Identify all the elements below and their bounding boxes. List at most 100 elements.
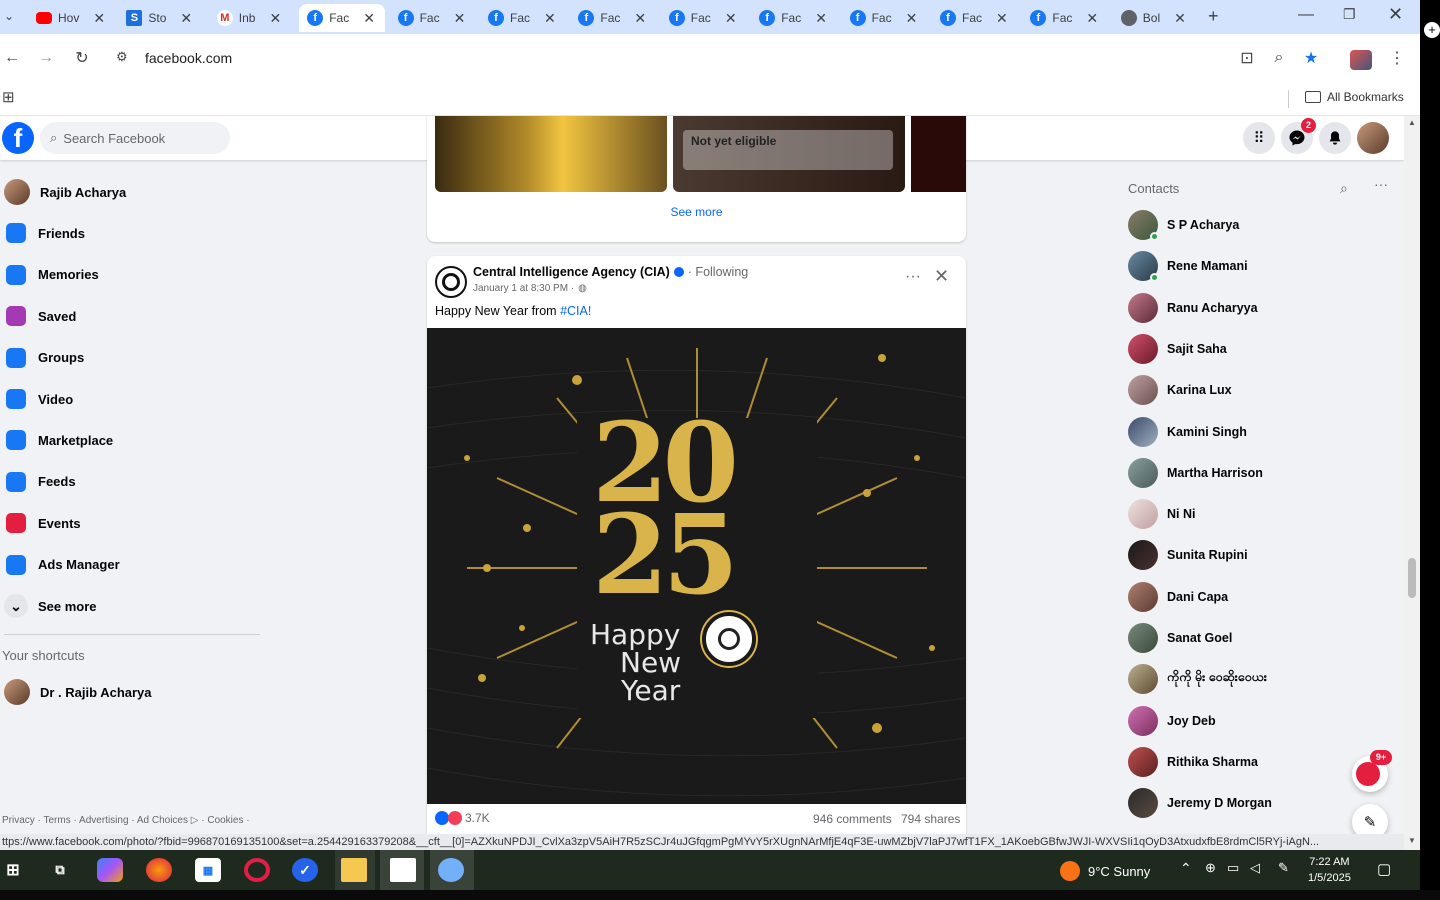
post-close-icon[interactable]: ✕ [934,266,949,287]
contacts-more-icon[interactable]: ··· [1374,176,1388,192]
copilot-icon[interactable] [97,858,123,882]
tab-close-icon[interactable]: ✕ [725,10,737,27]
see-more-link[interactable]: See more [427,205,966,219]
tab-close-icon[interactable]: ✕ [1086,10,1098,27]
contact-item[interactable]: Jeremy D Morgan [1128,787,1272,819]
opera-icon[interactable] [244,858,270,882]
contact-item[interactable]: Sajit Saha [1128,333,1227,365]
weather-widget[interactable]: 9°C Sunny [1060,861,1150,881]
sidebar-item[interactable]: ⌄ See more [4,588,97,624]
firefox-icon[interactable] [146,858,172,882]
menu-grid-button[interactable]: ⠿ [1243,122,1275,154]
email-client-icon[interactable]: ✓ [292,858,318,882]
forward-icon[interactable]: → [34,46,58,70]
page-scrollbar[interactable]: ▲ ▼ [1404,116,1420,850]
story-thumb-3[interactable] [911,116,966,192]
back-icon[interactable]: ← [0,46,24,70]
contact-item[interactable]: ကိုကို မိုး ဝေဆိုးဝေယး [1128,663,1267,695]
tab-search-chevron-icon[interactable]: ⌄ [4,9,14,23]
tab-close-icon[interactable]: ✕ [180,10,192,27]
task-view-icon[interactable]: ⧉ [47,858,73,882]
browser-tab[interactable]: f Fac ✕ [751,4,837,32]
browser-profile-avatar[interactable] [1350,50,1372,70]
install-app-icon[interactable]: ⊡ [1235,46,1259,70]
post-date-text[interactable]: January 1 at 8:30 PM · [473,283,574,294]
tab-close-icon[interactable]: ✕ [269,10,281,27]
minimize-window-button[interactable]: — [1298,6,1314,24]
volume-icon[interactable]: ◁ [1250,860,1260,876]
tab-close-icon[interactable]: ✕ [815,10,827,27]
browser-tab[interactable]: f Fac ✕ [661,4,747,32]
reactions-summary[interactable]: 3.7K [435,811,490,825]
sidebar-item[interactable]: Video [4,381,73,417]
post-image[interactable]: 20 25 Happy New Year [427,328,966,804]
sidebar-item[interactable]: Saved [4,298,76,334]
notifications-button[interactable] [1319,122,1351,154]
new-tab-button[interactable]: + [1208,6,1219,27]
network-icon[interactable]: ⊕ [1205,860,1216,876]
tab-close-icon[interactable]: ✕ [634,10,646,27]
contacts-search-icon[interactable]: ⌕ [1340,180,1348,197]
browser-tab[interactable]: Hov ✕ [28,4,114,32]
contact-item[interactable]: Kamini Singh [1128,416,1247,448]
tab-close-icon[interactable]: ✕ [363,10,375,27]
facebook-search-box[interactable]: ⌕ Search Facebook [40,122,230,154]
post-author-name[interactable]: Central Intelligence Agency (CIA) [473,265,670,279]
sidebar-item[interactable]: Rajib Acharya [4,174,126,210]
scroll-down-arrow-icon[interactable]: ▼ [1408,836,1416,845]
following-label[interactable]: · Following [688,265,748,279]
pen-icon[interactable]: ✎ [1278,860,1289,876]
contact-item[interactable]: Dani Capa [1128,581,1228,613]
contact-item[interactable]: Sunita Rupini [1128,539,1248,571]
shortcut-item[interactable]: Dr . Rajib Acharya [4,674,152,710]
tab-close-icon[interactable]: ✕ [906,10,918,27]
facebook-logo-icon[interactable]: f [2,122,34,154]
browser-menu-icon[interactable]: ⋮ [1385,46,1409,70]
sidebar-item[interactable]: Friends [4,215,85,251]
tray-chevron-icon[interactable]: ⌃ [1180,860,1192,877]
scrollbar-thumb[interactable] [1408,558,1416,598]
contact-item[interactable]: Ranu Acharyya [1128,292,1258,324]
browser-tab[interactable]: f Fac ✕ [390,4,476,32]
display-icon[interactable]: ▭ [1227,860,1239,876]
sidebar-item[interactable]: Events [4,505,81,541]
browser-tab[interactable]: f Fac ✕ [570,4,656,32]
all-bookmarks-button[interactable]: All Bookmarks [1305,90,1404,104]
store-icon[interactable]: ▦ [195,858,221,882]
account-avatar[interactable] [1357,122,1389,154]
comments-count[interactable]: 946 comments [813,812,892,826]
browser-tab[interactable]: f Fac ✕ [842,4,928,32]
restore-window-button[interactable]: ❐ [1343,6,1356,23]
apps-grid-icon[interactable]: ⊞ [2,88,15,106]
reload-icon[interactable]: ↻ [70,46,94,70]
shares-count[interactable]: 794 shares [901,812,960,826]
sidebar-item[interactable]: Ads Manager [4,547,120,583]
browser-tab[interactable]: f Fac ✕ [1022,4,1108,32]
sidebar-item[interactable]: Feeds [4,464,76,500]
address-bar[interactable]: ⚙ facebook.com [106,40,1336,76]
browser-tab[interactable]: f Fac ✕ [299,4,386,32]
clock[interactable]: 7:22 AM 1/5/2025 [1308,854,1351,886]
sidebar-item[interactable]: Groups [4,340,84,376]
sidebar-item[interactable]: Marketplace [4,422,113,458]
browser-tab[interactable]: f Fac ✕ [480,4,566,32]
scroll-up-arrow-icon[interactable]: ▲ [1408,118,1416,127]
contact-item[interactable]: Sanat Goel [1128,622,1232,654]
tab-close-icon[interactable]: ✕ [544,10,556,27]
browser-tab[interactable]: Bol ✕ [1113,4,1199,32]
contact-item[interactable]: Martha Harrison [1128,457,1263,489]
contact-item[interactable]: Rene Mamani [1128,250,1248,283]
contact-item[interactable]: Joy Deb [1128,705,1216,737]
tab-close-icon[interactable]: ✕ [996,10,1008,27]
contact-item[interactable]: Rithika Sharma [1128,746,1258,778]
contact-item[interactable]: Ni Ni [1128,498,1195,530]
contact-item[interactable]: S P Acharya [1128,209,1239,241]
tab-close-icon[interactable]: ✕ [454,10,466,27]
footer-links[interactable]: Privacy · Terms · Advertising · Ad Choic… [2,815,250,826]
tab-close-icon[interactable]: ✕ [1174,10,1186,27]
browser-tab[interactable]: S Sto ✕ [118,4,204,32]
post-more-options-icon[interactable]: ··· [905,268,921,286]
sidebar-item[interactable]: Memories [4,257,99,293]
zoom-icon[interactable]: ⌕ [1267,46,1291,70]
bookmark-star-icon[interactable]: ★ [1299,46,1323,70]
